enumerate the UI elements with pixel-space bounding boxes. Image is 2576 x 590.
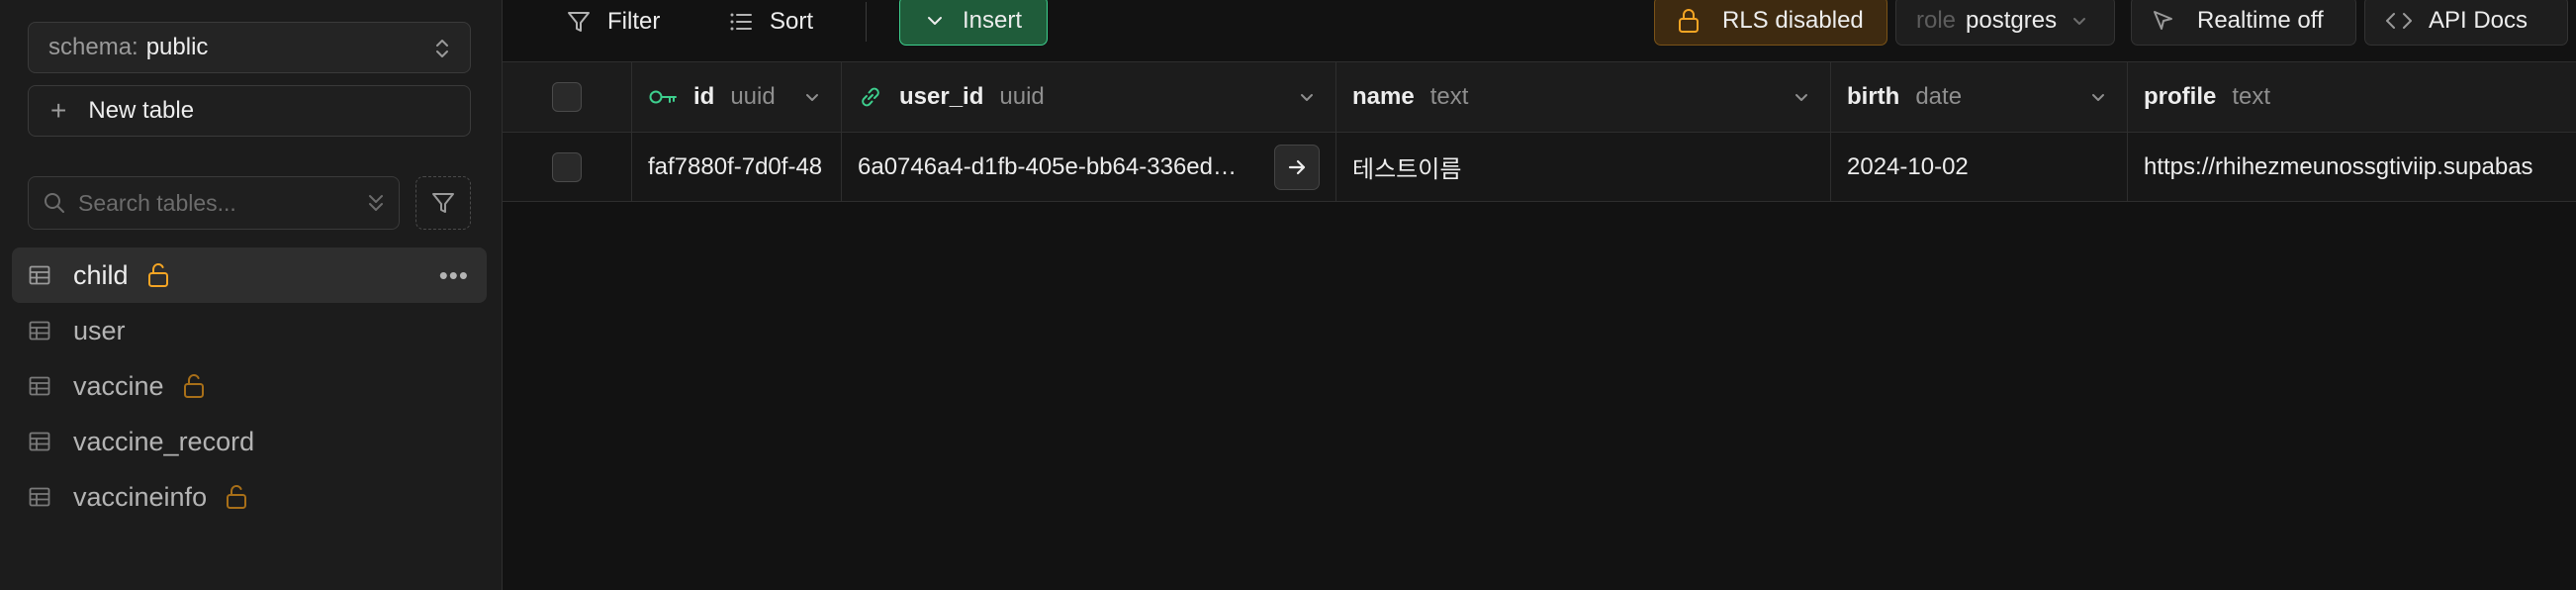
toolbar: Filter Sort Insert RLS disabled role pos… (503, 0, 2576, 48)
column-name: id (693, 83, 715, 110)
chevron-down-icon (927, 17, 942, 25)
cell-id[interactable]: faf7880f-7d0f-48 (632, 133, 842, 201)
cell-value: https://rhihezmeunossgtiviip.supabas (2144, 152, 2533, 180)
key-icon (649, 90, 677, 104)
column-type: uuid (730, 83, 776, 110)
rls-label: RLS disabled (1722, 7, 1864, 34)
insert-label: Insert (962, 7, 1023, 34)
more-icon[interactable]: ••• (439, 260, 469, 291)
column-header-profile[interactable]: profile text (2128, 62, 2576, 132)
schema-label: schema: (48, 34, 138, 60)
table-item-label: child (73, 259, 129, 290)
rls-disabled-button[interactable]: RLS disabled (1654, 0, 1887, 46)
table-editor-app: schema: public + New table Search tables… (0, 0, 2576, 590)
unlock-icon (227, 485, 247, 509)
table-item-child[interactable]: child ••• (12, 247, 487, 303)
column-name: profile (2144, 83, 2217, 110)
column-name: user_id (899, 83, 984, 110)
table-row[interactable]: faf7880f-7d0f-48 6a0746a4-d1fb-405e-bb64… (503, 133, 2576, 202)
column-name: birth (1847, 83, 1900, 110)
lock-icon (1679, 9, 1699, 33)
chevron-down-icon (2073, 18, 2086, 25)
table-item-label: vaccine (73, 370, 164, 401)
chevron-down-icon[interactable] (1793, 88, 1810, 106)
column-type: text (1429, 83, 1469, 110)
toolbar-divider (866, 2, 867, 42)
api-docs-button[interactable]: API Docs (2364, 0, 2568, 46)
column-header-user-id[interactable]: user_id uuid (842, 62, 1336, 132)
role-label: role (1916, 7, 1957, 34)
filter-icon (432, 193, 454, 213)
arrow-right-icon (1288, 159, 1306, 175)
schema-select[interactable]: schema: public (28, 22, 471, 73)
search-tables-input[interactable] (78, 189, 345, 217)
cell-value: 2024-10-02 (1847, 152, 1969, 180)
grid-header: id uuid user_id uuid name text birth dat… (503, 61, 2576, 133)
cell-value: faf7880f-7d0f-48 (648, 152, 823, 180)
filter-label: Filter (607, 8, 661, 35)
cell-user-id[interactable]: 6a0746a4-d1fb-405e-bb64-336ed… (842, 133, 1336, 201)
table-item-label: vaccine_record (73, 426, 255, 456)
table-item-vaccineinfo[interactable]: vaccineinfo (12, 469, 487, 525)
insert-button[interactable]: Insert (899, 0, 1048, 46)
chevron-down-icon[interactable] (1298, 88, 1316, 106)
table-item-user[interactable]: user (12, 303, 487, 358)
cell-name[interactable]: 테스트이름 (1336, 133, 1831, 201)
foreign-key-link-button[interactable] (1274, 145, 1320, 190)
row-checkbox[interactable] (552, 151, 582, 182)
new-table-label: New table (88, 97, 195, 124)
table-item-vaccine-record[interactable]: vaccine_record (12, 414, 487, 469)
table-icon (29, 376, 50, 396)
link-icon (862, 87, 879, 107)
unlock-icon (183, 374, 204, 398)
column-type: date (1915, 83, 1963, 110)
cell-value: 6a0746a4-d1fb-405e-bb64-336ed… (858, 152, 1237, 180)
double-chevron-icon[interactable] (365, 191, 387, 215)
table-item-label: user (73, 315, 126, 345)
table-icon (29, 487, 50, 507)
table-list: child ••• user vaccine vaccine_record va… (12, 247, 487, 525)
plus-icon: + (50, 95, 67, 126)
table-item-label: vaccineinfo (73, 481, 208, 512)
search-tables-field[interactable] (28, 176, 400, 230)
chevron-up-down-icon (436, 40, 448, 57)
column-type: uuid (999, 83, 1045, 110)
chevron-down-icon[interactable] (2089, 88, 2107, 106)
table-icon (29, 265, 50, 285)
sort-button[interactable]: Sort (728, 0, 813, 44)
new-table-button[interactable]: + New table (28, 85, 471, 137)
table-item-vaccine[interactable]: vaccine (12, 358, 487, 414)
realtime-icon (2154, 11, 2172, 30)
filter-icon (568, 12, 590, 32)
column-header-id[interactable]: id uuid (632, 62, 842, 132)
schema-value: public (145, 34, 209, 60)
table-icon (29, 321, 50, 341)
api-docs-label: API Docs (2429, 7, 2529, 34)
column-header-name[interactable]: name text (1336, 62, 1831, 132)
realtime-label: Realtime off (2197, 7, 2324, 34)
select-all-checkbox[interactable] (552, 82, 582, 112)
search-icon (45, 193, 64, 213)
column-name: name (1352, 83, 1415, 110)
column-header-birth[interactable]: birth date (1831, 62, 2128, 132)
sidebar: schema: public + New table Search tables… (0, 0, 503, 590)
select-all-cell (503, 62, 632, 132)
table-icon (29, 432, 50, 451)
cell-birth[interactable]: 2024-10-02 (1831, 133, 2128, 201)
row-select-cell (503, 133, 632, 201)
cell-profile[interactable]: https://rhihezmeunossgtiviip.supabas (2128, 133, 2576, 201)
filter-tables-button[interactable] (415, 176, 471, 230)
role-select[interactable]: role postgres (1895, 0, 2115, 46)
code-icon (2386, 13, 2412, 29)
filter-button[interactable]: Filter (566, 0, 660, 44)
column-type: text (2232, 83, 2271, 110)
data-grid: id uuid user_id uuid name text birth dat… (503, 61, 2576, 590)
unlock-icon (147, 263, 168, 287)
chevron-down-icon[interactable] (803, 88, 821, 106)
realtime-button[interactable]: Realtime off (2131, 0, 2356, 46)
sort-label: Sort (770, 8, 814, 35)
cell-value: 테스트이름 (1352, 156, 1462, 183)
role-value: postgres (1966, 7, 2058, 34)
sort-icon (730, 13, 752, 31)
